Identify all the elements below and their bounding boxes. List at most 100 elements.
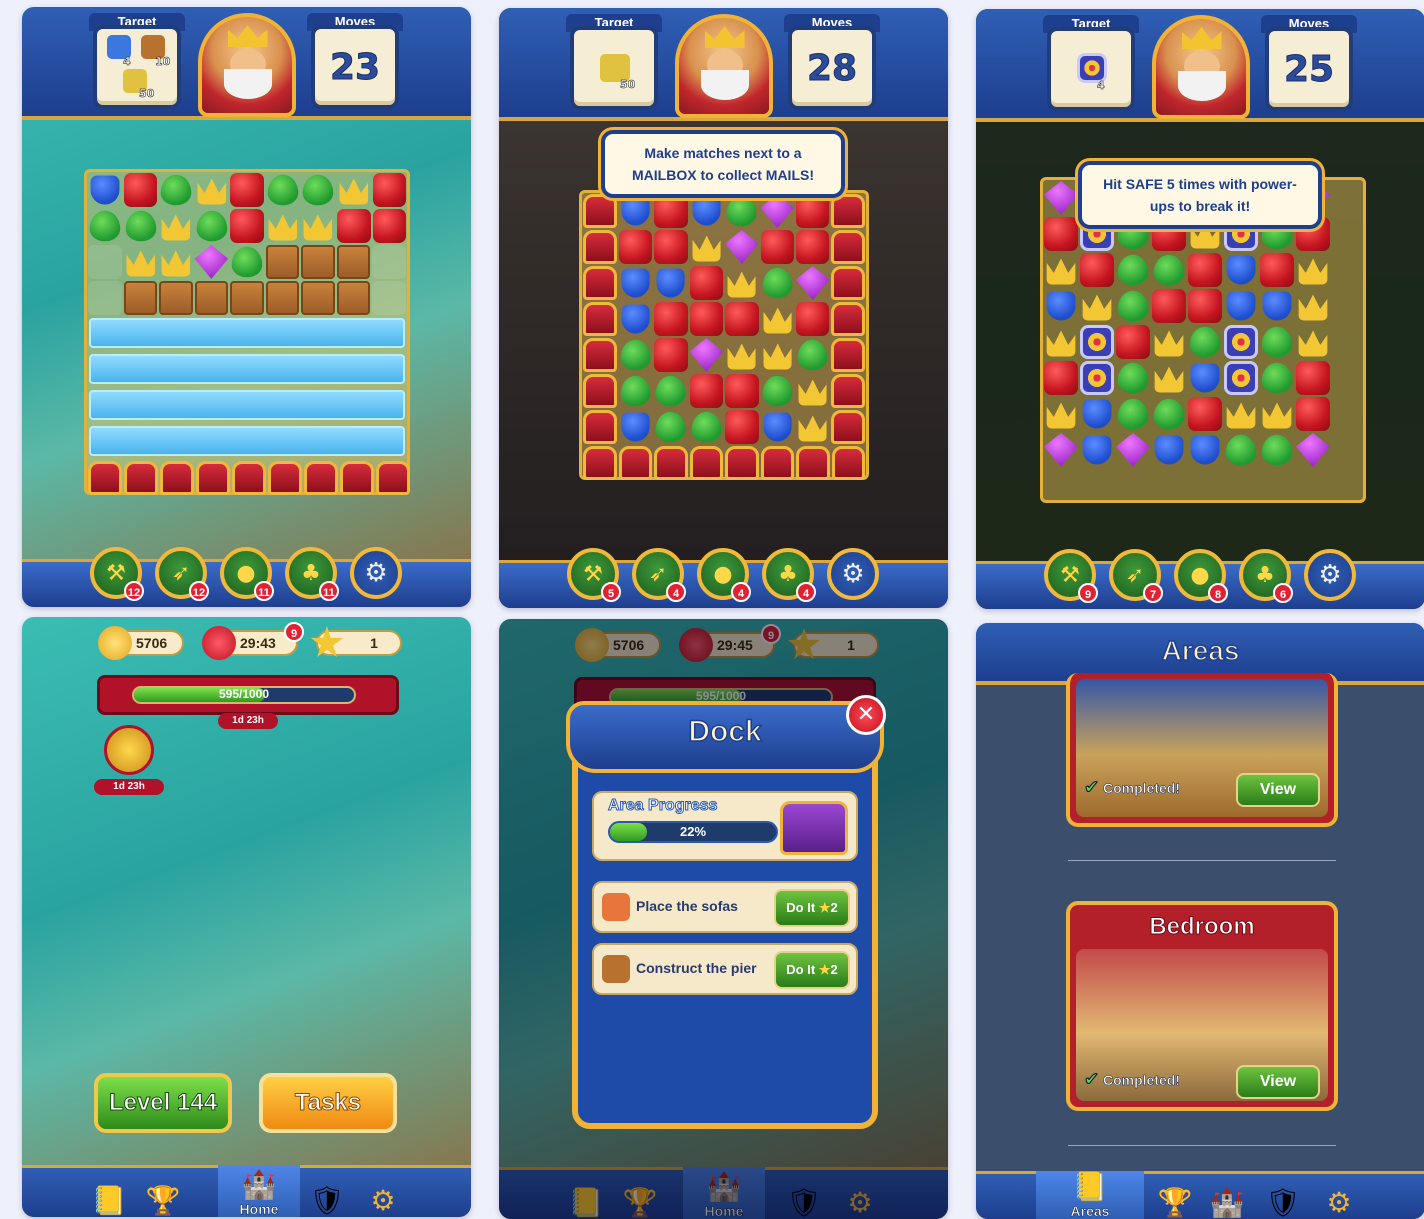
red-tile[interactable] — [372, 209, 407, 243]
red-tile[interactable] — [725, 374, 759, 408]
arrow-booster[interactable]: ➶ 12 — [155, 547, 209, 601]
view-button[interactable]: View — [1236, 773, 1320, 807]
red-tile[interactable] — [372, 173, 407, 207]
green-leaf-tile[interactable] — [196, 210, 227, 242]
nav-journal[interactable]: 📒 — [551, 1167, 621, 1219]
green-leaf-tile[interactable] — [1153, 254, 1185, 286]
green-leaf-tile[interactable] — [726, 195, 757, 227]
crown-tile[interactable] — [1298, 330, 1328, 357]
trophy-icon[interactable] — [104, 725, 154, 775]
green-leaf-tile[interactable] — [620, 375, 651, 407]
blue-shield-tile[interactable] — [621, 412, 650, 442]
hammer-booster[interactable]: ⚒ 12 — [90, 547, 144, 601]
jester-powerup-tile[interactable] — [194, 245, 229, 279]
purple-gem-tile[interactable] — [760, 194, 794, 228]
crown-tile[interactable] — [692, 235, 721, 262]
wooden-box-tile[interactable] — [194, 281, 229, 315]
green-leaf-tile[interactable] — [691, 411, 722, 443]
blue-shield-tile[interactable] — [621, 196, 650, 226]
tasks-button[interactable]: Tasks — [259, 1073, 397, 1133]
red-tile[interactable] — [1080, 253, 1114, 287]
green-leaf-tile[interactable] — [231, 246, 262, 278]
green-leaf-tile[interactable] — [797, 339, 828, 371]
settings-button[interactable]: ⚙ — [827, 548, 879, 600]
red-tile[interactable] — [725, 410, 759, 444]
red-tile[interactable] — [1116, 325, 1150, 359]
crown-tile[interactable] — [1262, 402, 1292, 429]
green-leaf-tile[interactable] — [620, 339, 651, 371]
hammer-booster[interactable]: ⚒ 9 — [1044, 549, 1098, 603]
blue-shield-tile[interactable] — [621, 304, 650, 334]
settings-button[interactable]: ⚙ — [350, 547, 402, 599]
jester-booster[interactable]: ♣ 4 — [762, 548, 816, 602]
blue-shield-tile[interactable] — [90, 175, 120, 205]
red-tile[interactable] — [725, 302, 759, 336]
red-tile[interactable] — [795, 230, 830, 264]
blue-shield-tile[interactable] — [763, 412, 792, 442]
view-button[interactable]: View — [1236, 1065, 1320, 1099]
red-tile[interactable] — [230, 209, 264, 243]
wooden-box-tile[interactable] — [336, 245, 371, 279]
red-tile[interactable] — [795, 194, 830, 228]
lives-counter[interactable]: 29:43 9 — [202, 622, 304, 660]
crown-tile[interactable] — [197, 178, 226, 205]
red-tile[interactable] — [760, 230, 794, 264]
crown-tile[interactable] — [1226, 402, 1256, 429]
nav-areas[interactable]: 📒 Areas — [1036, 1171, 1144, 1219]
red-tile[interactable] — [1188, 253, 1222, 287]
green-leaf-tile[interactable] — [762, 375, 793, 407]
blue-shield-tile[interactable] — [656, 268, 686, 298]
red-tile[interactable] — [689, 266, 724, 300]
crown-tile[interactable] — [268, 214, 297, 241]
nav-settings[interactable]: ⚙ — [348, 1165, 418, 1217]
blue-shield-tile[interactable] — [621, 268, 650, 298]
green-leaf-tile[interactable] — [1261, 434, 1293, 466]
blue-shield-tile[interactable] — [1190, 435, 1220, 465]
blue-shield-tile[interactable] — [1046, 291, 1076, 321]
green-leaf-tile[interactable] — [1117, 362, 1149, 394]
crown-tile[interactable] — [303, 214, 333, 241]
green-leaf-tile[interactable] — [125, 210, 156, 242]
blue-shield-tile[interactable] — [1082, 435, 1112, 465]
red-tile[interactable] — [1296, 361, 1330, 395]
green-leaf-tile[interactable] — [655, 375, 686, 407]
wooden-box-tile[interactable] — [159, 281, 193, 315]
nav-settings[interactable]: ⚙ — [1304, 1171, 1374, 1219]
blue-shield-tile[interactable] — [1154, 435, 1184, 465]
cannon-booster[interactable]: ● 4 — [697, 548, 751, 602]
stars-counter[interactable]: 1 — [310, 626, 402, 657]
game-board[interactable] — [84, 169, 410, 495]
nav-trophy[interactable]: 🏆 — [605, 1167, 675, 1219]
crown-tile[interactable] — [1298, 294, 1328, 321]
wooden-box-tile[interactable] — [301, 245, 335, 279]
red-tile[interactable] — [1296, 397, 1330, 431]
red-tile[interactable] — [1044, 361, 1078, 395]
crown-tile[interactable] — [727, 271, 756, 298]
green-leaf-tile[interactable] — [1153, 398, 1185, 430]
red-tile[interactable] — [230, 173, 264, 207]
green-leaf-tile[interactable] — [1117, 254, 1149, 286]
nav-trophy[interactable]: 🏆 — [128, 1165, 198, 1217]
jester-booster[interactable]: ♣ 11 — [285, 547, 339, 601]
red-tile[interactable] — [1188, 397, 1222, 431]
red-tile[interactable] — [654, 194, 688, 228]
wooden-box-tile[interactable] — [230, 281, 264, 315]
crown-tile[interactable] — [1082, 294, 1112, 321]
crown-tile[interactable] — [1046, 402, 1076, 429]
green-leaf-tile[interactable] — [1261, 362, 1293, 394]
crown-tile[interactable] — [1046, 330, 1076, 357]
level-button[interactable]: Level 144 — [94, 1073, 232, 1133]
red-tile[interactable] — [654, 338, 688, 372]
green-leaf-tile[interactable] — [267, 174, 298, 206]
wooden-box-tile[interactable] — [265, 281, 300, 315]
green-leaf-tile[interactable] — [762, 267, 793, 299]
green-leaf-tile[interactable] — [655, 411, 686, 443]
crown-tile[interactable] — [1154, 366, 1184, 393]
coins-counter[interactable]: 5706 — [98, 626, 184, 660]
coins-counter[interactable]: 5706 — [575, 628, 661, 662]
crown-tile[interactable] — [1298, 258, 1328, 285]
close-button[interactable]: ✕ — [846, 695, 886, 735]
nav-home[interactable]: 🏰 Home — [683, 1167, 765, 1219]
do-it-button[interactable]: Do It ★2 — [774, 951, 850, 989]
nav-settings[interactable]: ⚙ — [825, 1167, 895, 1219]
